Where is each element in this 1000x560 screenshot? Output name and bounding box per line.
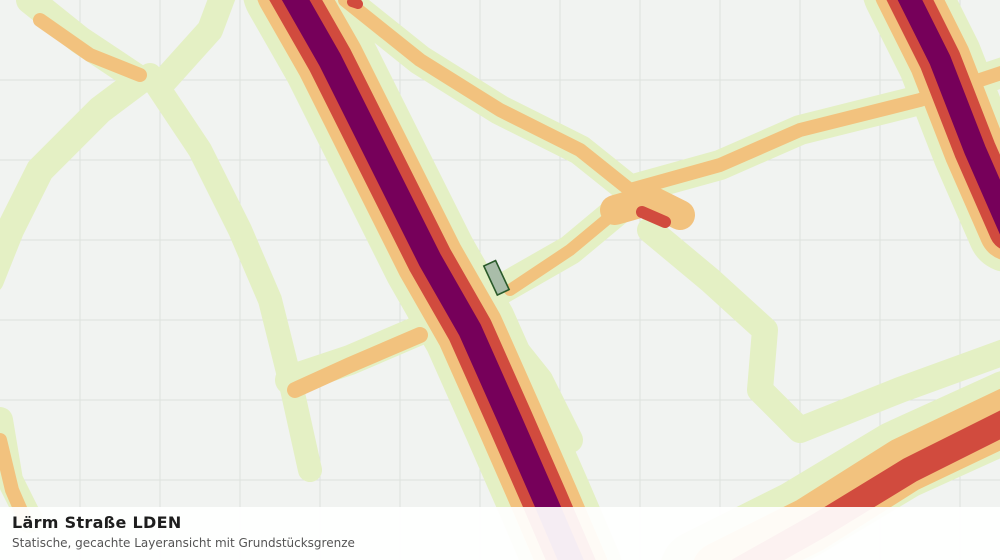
map-title: Lärm Straße LDEN [12,513,182,532]
noise-map[interactable] [0,0,1000,560]
map-subtitle: Statische, gecachte Layeransicht mit Gru… [12,536,355,550]
noise-band-top-spot-mid [347,0,363,9]
map-caption: Lärm Straße LDEN Statische, gecachte Lay… [0,507,1000,560]
